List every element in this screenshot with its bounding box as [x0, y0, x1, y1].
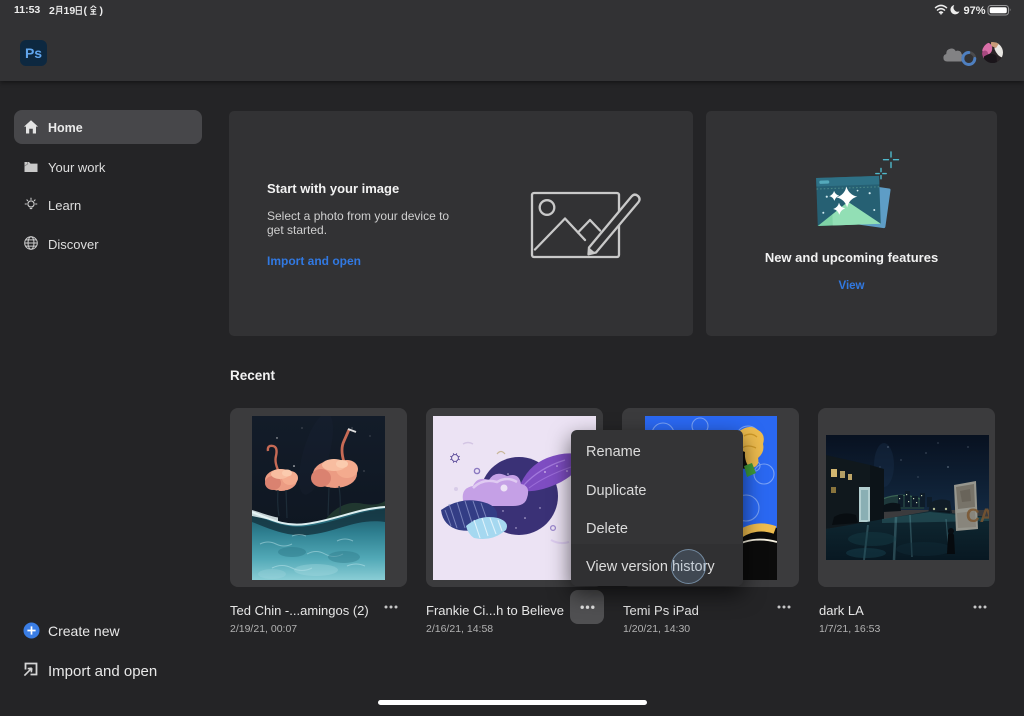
svg-text:(: (: [84, 5, 88, 17]
svg-text:CA: CA: [966, 506, 989, 527]
svg-text:2: 2: [49, 5, 55, 17]
svg-text:19: 19: [64, 5, 76, 17]
svg-text:97%: 97%: [964, 5, 986, 16]
svg-text:): ): [100, 5, 104, 17]
